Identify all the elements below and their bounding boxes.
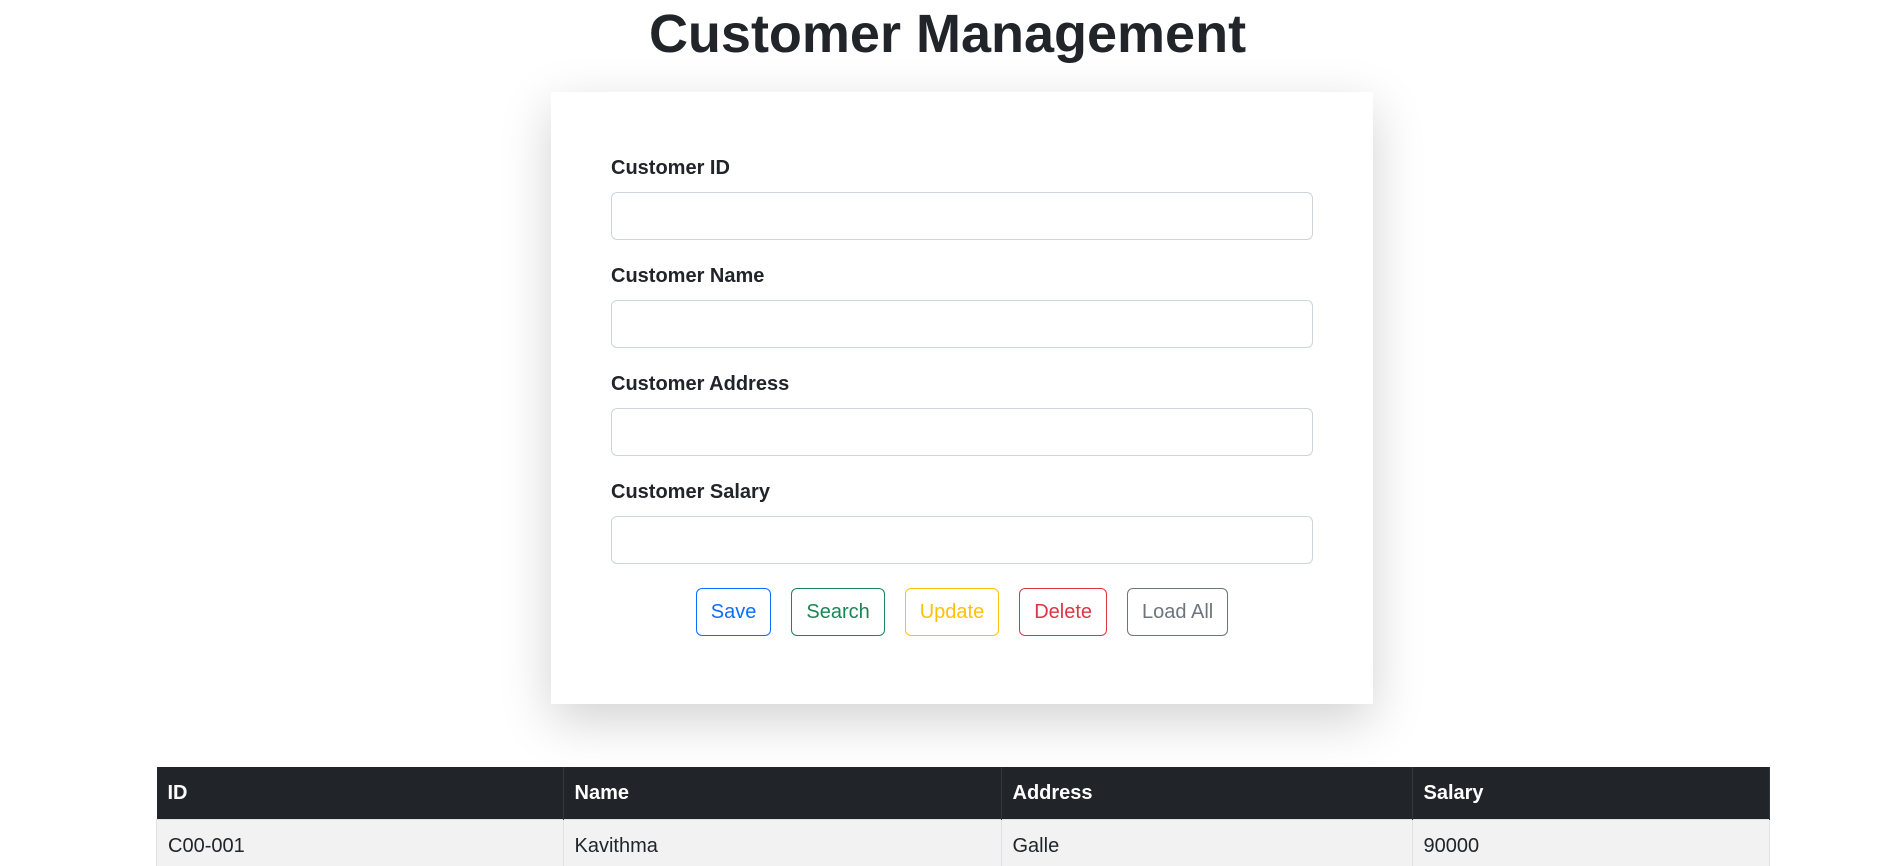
customer-name-input[interactable] (611, 300, 1313, 348)
customer-id-group: Customer ID (611, 156, 1313, 240)
customer-salary-group: Customer Salary (611, 480, 1313, 564)
table-body: C00-001 Kavithma Galle 90000 (156, 819, 1770, 866)
customer-name-label: Customer Name (611, 265, 765, 287)
customer-salary-input[interactable] (611, 516, 1313, 564)
action-button-row: Save Search Update Delete Load All (611, 588, 1313, 636)
column-header-name: Name (563, 767, 1002, 820)
customer-id-input[interactable] (611, 192, 1313, 240)
save-button[interactable]: Save (695, 588, 772, 636)
search-button[interactable]: Search (791, 588, 885, 636)
load-all-button[interactable]: Load All (1127, 588, 1229, 636)
customer-table: ID Name Address Salary C00-001 Kavithma … (156, 767, 1770, 866)
page-title: Customer Management (648, 4, 1247, 64)
cell-name: Kavithma (562, 819, 1002, 866)
delete-button[interactable]: Delete (1019, 588, 1108, 636)
page: Customer Management Customer ID Customer… (0, 0, 1895, 866)
column-header-address: Address (1001, 767, 1413, 820)
customer-address-input[interactable] (611, 408, 1313, 456)
customer-address-group: Customer Address (611, 372, 1313, 456)
customer-id-label: Customer ID (611, 157, 730, 179)
column-header-id: ID (156, 767, 564, 820)
table-header: ID Name Address Salary (156, 767, 1770, 820)
cell-salary: 90000 (1411, 819, 1770, 866)
cell-address: Galle (1000, 819, 1413, 866)
customer-name-group: Customer Name (611, 264, 1313, 348)
update-button[interactable]: Update (904, 588, 1000, 636)
column-header-salary: Salary (1412, 767, 1770, 820)
cell-id: C00-001 (156, 819, 564, 866)
customer-address-label: Customer Address (611, 373, 790, 395)
customer-form-card: Customer ID Customer Name Customer Addre… (551, 92, 1373, 704)
table-row[interactable]: C00-001 Kavithma Galle 90000 (156, 819, 1770, 866)
customer-salary-label: Customer Salary (611, 481, 770, 503)
table-header-row: ID Name Address Salary (156, 767, 1770, 820)
